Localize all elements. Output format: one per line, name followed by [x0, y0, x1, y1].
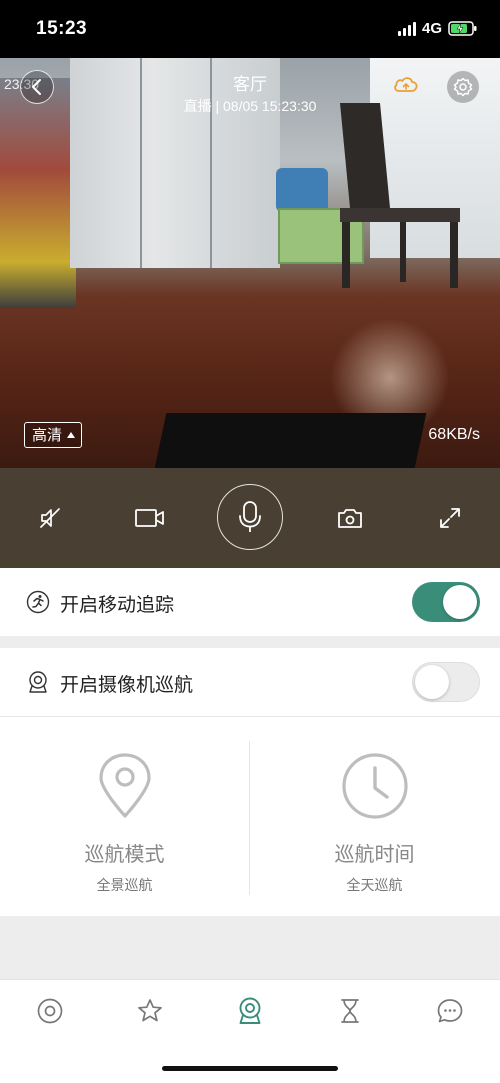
- location-pin-icon: [98, 753, 151, 818]
- tab-bar: [0, 979, 500, 1083]
- video-scene-chair: [340, 103, 460, 288]
- fullscreen-icon: [440, 508, 460, 528]
- motion-tracking-toggle[interactable]: [412, 582, 480, 622]
- signal-icon: [397, 21, 416, 36]
- motion-tracking-row: 开启移动追踪: [0, 568, 500, 636]
- home-indicator[interactable]: [162, 1066, 338, 1071]
- record-button[interactable]: [132, 500, 168, 536]
- status-time: 15:23: [36, 18, 88, 39]
- record-video-icon: [135, 509, 164, 527]
- snapshot-button[interactable]: [332, 500, 368, 536]
- live-subtitle: 直播 | 08/05 15:23:30: [183, 98, 317, 114]
- live-video[interactable]: 23:30 客厅 直播 | 08/05 15:23:30 高清 68KB/s: [0, 58, 500, 468]
- video-scene-shadow: [153, 413, 427, 468]
- status-bar: 15:23 4G: [0, 0, 500, 58]
- tab-history[interactable]: [335, 996, 365, 1026]
- webcam-icon: [239, 997, 261, 1024]
- cruise-mode-value: 全景巡航: [96, 877, 153, 893]
- gear-icon: [453, 77, 473, 97]
- tab-monitor[interactable]: [35, 996, 65, 1026]
- star-icon: [138, 999, 162, 1022]
- motion-tracking-label: 开启移动追踪: [60, 595, 175, 616]
- hourglass-icon: [341, 999, 359, 1023]
- camera-cruise-row: 开启摄像机巡航: [0, 648, 500, 716]
- camera-title: 客厅: [233, 75, 267, 94]
- camera-cruise-label: 开启摄像机巡航: [60, 675, 194, 696]
- mute-button[interactable]: [32, 500, 68, 536]
- running-person-icon: [26, 590, 50, 614]
- tab-messages[interactable]: [435, 996, 465, 1026]
- settings-button[interactable]: [446, 70, 480, 104]
- cruise-time-value: 全天巡航: [346, 877, 403, 893]
- caret-up-icon: [67, 432, 76, 438]
- cruise-mode-item[interactable]: 巡航模式 全景巡航: [0, 753, 249, 895]
- toggle-knob: [415, 665, 449, 699]
- clock-icon: [341, 753, 408, 819]
- tab-favorites[interactable]: [135, 996, 165, 1026]
- cloud-storage-icon[interactable]: [392, 74, 420, 96]
- stream-speed: 68KB/s: [428, 426, 480, 443]
- cruise-time-item[interactable]: 巡航时间 全天巡航: [250, 753, 499, 895]
- network-label: 4G: [421, 20, 442, 37]
- chat-bubble-icon: [437, 999, 463, 1023]
- cruise-time-title: 巡航时间: [334, 844, 415, 866]
- fullscreen-button[interactable]: [432, 500, 468, 536]
- target-icon: [37, 998, 63, 1024]
- talk-button[interactable]: [217, 484, 283, 550]
- quality-label: 高清: [32, 426, 63, 444]
- camera-app: 15:23 4G 23:30 客厅 直播 | 08/05 15:23:30 高清…: [0, 0, 500, 1083]
- mute-icon: [40, 508, 60, 528]
- cruise-panel: 巡航模式 全景巡航 巡航时间 全天巡航: [0, 716, 500, 916]
- status-right: 4G: [397, 20, 478, 37]
- battery-icon: [448, 21, 477, 36]
- quality-selector[interactable]: 高清: [24, 422, 83, 448]
- tab-camera[interactable]: [235, 996, 265, 1026]
- microphone-icon: [239, 501, 261, 532]
- camera-snapshot-icon: [338, 509, 362, 528]
- webcam-icon: [29, 671, 47, 693]
- cruise-mode-title: 巡航模式: [84, 844, 165, 866]
- toggle-knob: [443, 585, 477, 619]
- control-bar: [0, 468, 500, 568]
- camera-cruise-toggle[interactable]: [412, 662, 480, 702]
